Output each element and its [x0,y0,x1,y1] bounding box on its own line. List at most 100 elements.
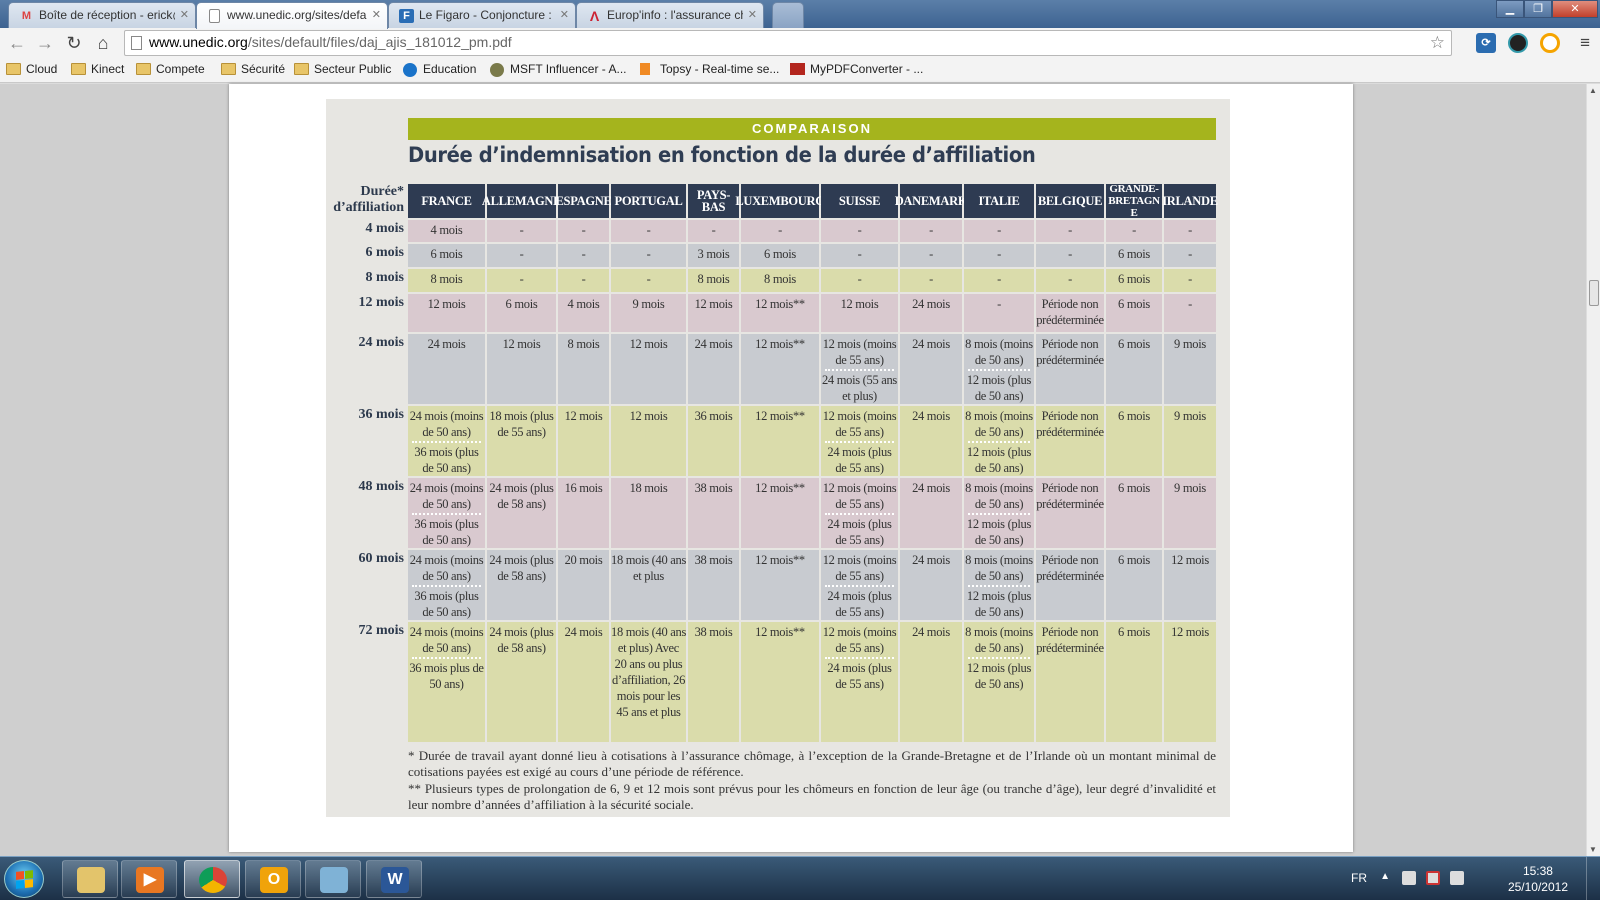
language-indicator[interactable]: FR [1351,871,1367,885]
table-cell: - [1036,220,1104,242]
taskbar-outlook[interactable]: O [245,860,301,898]
show-desktop-button[interactable] [1586,857,1600,900]
scroll-down-icon[interactable]: ▼ [1589,845,1597,854]
bookmark-education[interactable]: Education [403,62,476,77]
address-bar[interactable]: www.unedic.org/sites/default/files/daj_a… [124,30,1452,56]
s-circle-icon [490,63,504,77]
bookmark-star-icon[interactable]: ☆ [1430,33,1445,53]
cell-text: 12 mois [502,337,541,351]
table-cell: - [558,220,609,242]
tab-close-icon[interactable]: ✕ [560,8,569,21]
table-cell: 6 mois [487,294,556,332]
table-cell: 12 mois** [741,294,819,332]
table-cell: - [900,244,962,267]
cell-text: 18 mois [629,481,668,495]
table-cell: - [487,220,556,242]
table-cell: 24 mois (moins de 50 ans) 36 mois (plus d… [408,478,485,548]
tab-close-icon[interactable]: ✕ [372,8,381,21]
cell-text: - [997,297,1001,311]
bookmark-securite[interactable]: Sécurité [221,62,285,76]
taskbar-word[interactable]: W [366,860,422,898]
cell-text: 8 mois [764,272,796,286]
row-label: 48 mois [358,479,405,494]
forward-icon[interactable]: → [34,32,56,54]
table-cell: Période non prédéterminée [1036,478,1104,548]
table-cell: 12 mois [821,294,898,332]
restore-icon[interactable]: ❐ [1524,0,1552,18]
scroll-up-icon[interactable]: ▲ [1589,86,1597,95]
cell-text: 12 mois (plus de 50 ans) [966,517,1032,547]
scroll-thumb[interactable] [1589,280,1599,306]
extension-icon[interactable]: ⟳ [1476,33,1496,53]
windows-logo-icon [16,870,33,889]
table-cell: - [1164,244,1216,267]
cell-text: - [929,272,933,286]
cell-text: 9 mois [632,297,665,311]
reload-icon[interactable]: ↻ [63,32,85,54]
tab-europinfo[interactable]: Λ Europ'info : l'assurance ch ✕ [576,2,764,28]
row-label: 72 mois [358,623,405,638]
volume-muted-icon[interactable] [1450,871,1464,885]
column-header-italie: ITALIE [964,184,1034,218]
show-hidden-icons-icon[interactable]: ▲ [1380,871,1390,882]
window-close-icon[interactable]: ✕ [1552,0,1598,18]
taskbar-chrome[interactable] [184,860,240,898]
table-cell: 6 mois [1106,334,1162,404]
cell-text: 24 mois [912,337,950,351]
figure-banner: COMPARAISON [408,118,1216,140]
cell-text: 8 mois [697,272,730,286]
clock-date: 25/10/2012 [1507,880,1568,894]
bookmark-mypdfconverter[interactable]: MyPDFConverter - ... [790,62,923,76]
bookmark-msft-influencer[interactable]: MSFT Influencer - A... [490,62,626,77]
action-center-icon[interactable] [1426,871,1440,885]
taskbar-explorer[interactable] [62,860,118,898]
tab-unedic[interactable]: www.unedic.org/sites/defa ✕ [196,2,388,29]
menu-icon[interactable]: ≡ [1580,33,1590,53]
cell-text: 12 mois (moins de 55 ans) [822,409,897,439]
column-header-pays-bas: PAYS-BAS [688,184,739,218]
cell-text: Période non prédéterminée [1036,553,1104,583]
back-icon[interactable]: ← [6,32,28,54]
clock[interactable]: 15:38 25/10/2012 [1508,863,1568,895]
cell-text: - [1188,297,1192,311]
table-cell: 6 mois [1106,478,1162,548]
taskbar-media-player[interactable]: ▶ [121,860,177,898]
cell-text: 9 mois [1174,409,1206,423]
taskbar-app[interactable] [305,860,361,898]
cell-text: - [857,247,862,261]
home-icon[interactable]: ⌂ [92,32,114,54]
table-cell: 38 mois [688,622,739,742]
column-header-luxembourg: LUXEMBOURG [735,184,825,218]
new-tab-button[interactable] [772,2,804,28]
tab-close-icon[interactable]: ✕ [180,8,189,21]
extension-camera-icon[interactable] [1508,33,1528,53]
minimize-icon[interactable]: ▁ [1496,0,1524,18]
cell-text: 12 mois [1171,553,1209,567]
bookmark-kinect[interactable]: Kinect [71,62,124,76]
table-cell: Période non prédéterminée [1036,406,1104,476]
table-cell: - [1106,220,1162,242]
cell-text: 12 mois (plus de 50 ans) [966,373,1032,403]
table-cell: - [964,294,1034,332]
vertical-scrollbar[interactable]: ▲ ▼ [1586,84,1600,856]
cell-text: 6 mois [1118,297,1150,311]
bookmark-compete[interactable]: Compete [136,62,205,76]
network-icon[interactable] [1402,871,1416,885]
cell-text: 4 mois [430,223,463,237]
extension-circle-icon[interactable] [1540,33,1560,53]
bookmark-cloud[interactable]: Cloud [6,62,57,76]
table-cell: - [1036,269,1104,292]
cell-text: 6 mois [1118,272,1150,286]
tab-figaro[interactable]: F Le Figaro - Conjoncture : L ✕ [388,2,576,28]
column-header-belgique: BELGIQUE [1036,184,1104,218]
cell-text: 16 mois [564,481,603,495]
footnote-1: * Durée de travail ayant donné lieu à co… [408,748,1216,779]
cell-text: 36 mois (plus de 50 ans) [414,517,479,547]
tab-close-icon[interactable]: ✕ [748,8,757,21]
start-button[interactable] [4,860,44,898]
cell-text: 24 mois [564,625,603,639]
tab-gmail[interactable]: M Boîte de réception - erick@ ✕ [8,2,196,28]
cell-text: - [581,272,586,286]
bookmark-secteur-public[interactable]: Secteur Public [294,62,391,76]
bookmark-topsy[interactable]: Topsy - Real-time se... [640,62,779,76]
